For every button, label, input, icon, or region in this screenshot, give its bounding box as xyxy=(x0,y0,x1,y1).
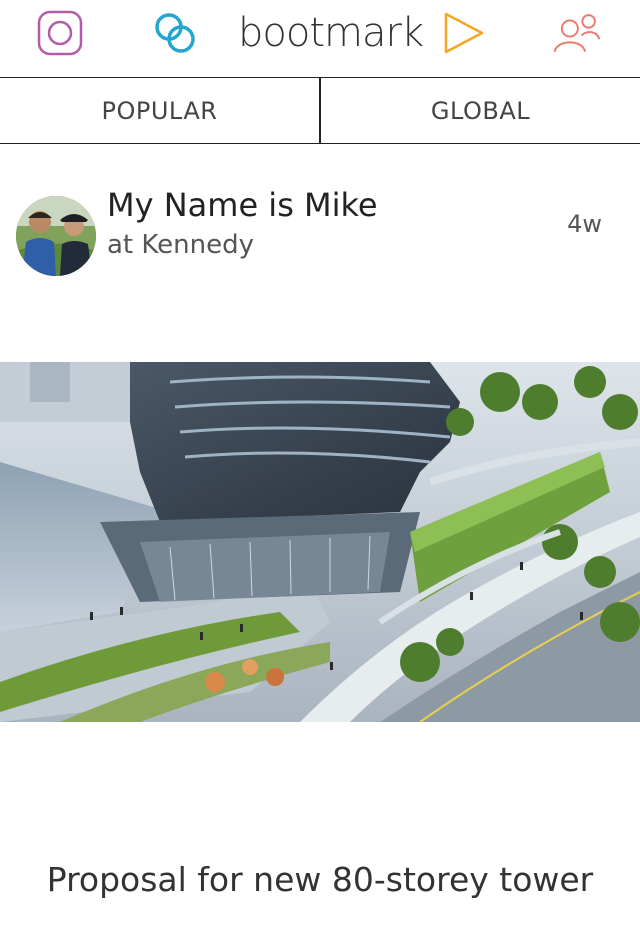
post-header: My Name is Mike at Kennedy 4w xyxy=(0,180,640,280)
play-icon[interactable] xyxy=(438,8,488,58)
feed-tabs: POPULAR GLOBAL xyxy=(0,78,640,144)
top-bar: bootmark xyxy=(0,0,640,78)
instagram-icon[interactable] xyxy=(35,8,85,58)
tab-global[interactable]: GLOBAL xyxy=(319,78,640,143)
post-age: 4w xyxy=(567,210,602,238)
post-image[interactable] xyxy=(0,362,640,722)
post-caption: Proposal for new 80-storey tower xyxy=(46,860,594,899)
tab-popular[interactable]: POPULAR xyxy=(0,78,319,143)
user-name[interactable]: My Name is Mike xyxy=(107,186,378,224)
app-logo[interactable]: bootmark xyxy=(238,10,424,56)
user-location: at Kennedy xyxy=(107,230,254,260)
people-icon[interactable] xyxy=(552,8,602,58)
linked-rings-icon[interactable] xyxy=(150,8,200,58)
avatar[interactable] xyxy=(16,196,96,276)
